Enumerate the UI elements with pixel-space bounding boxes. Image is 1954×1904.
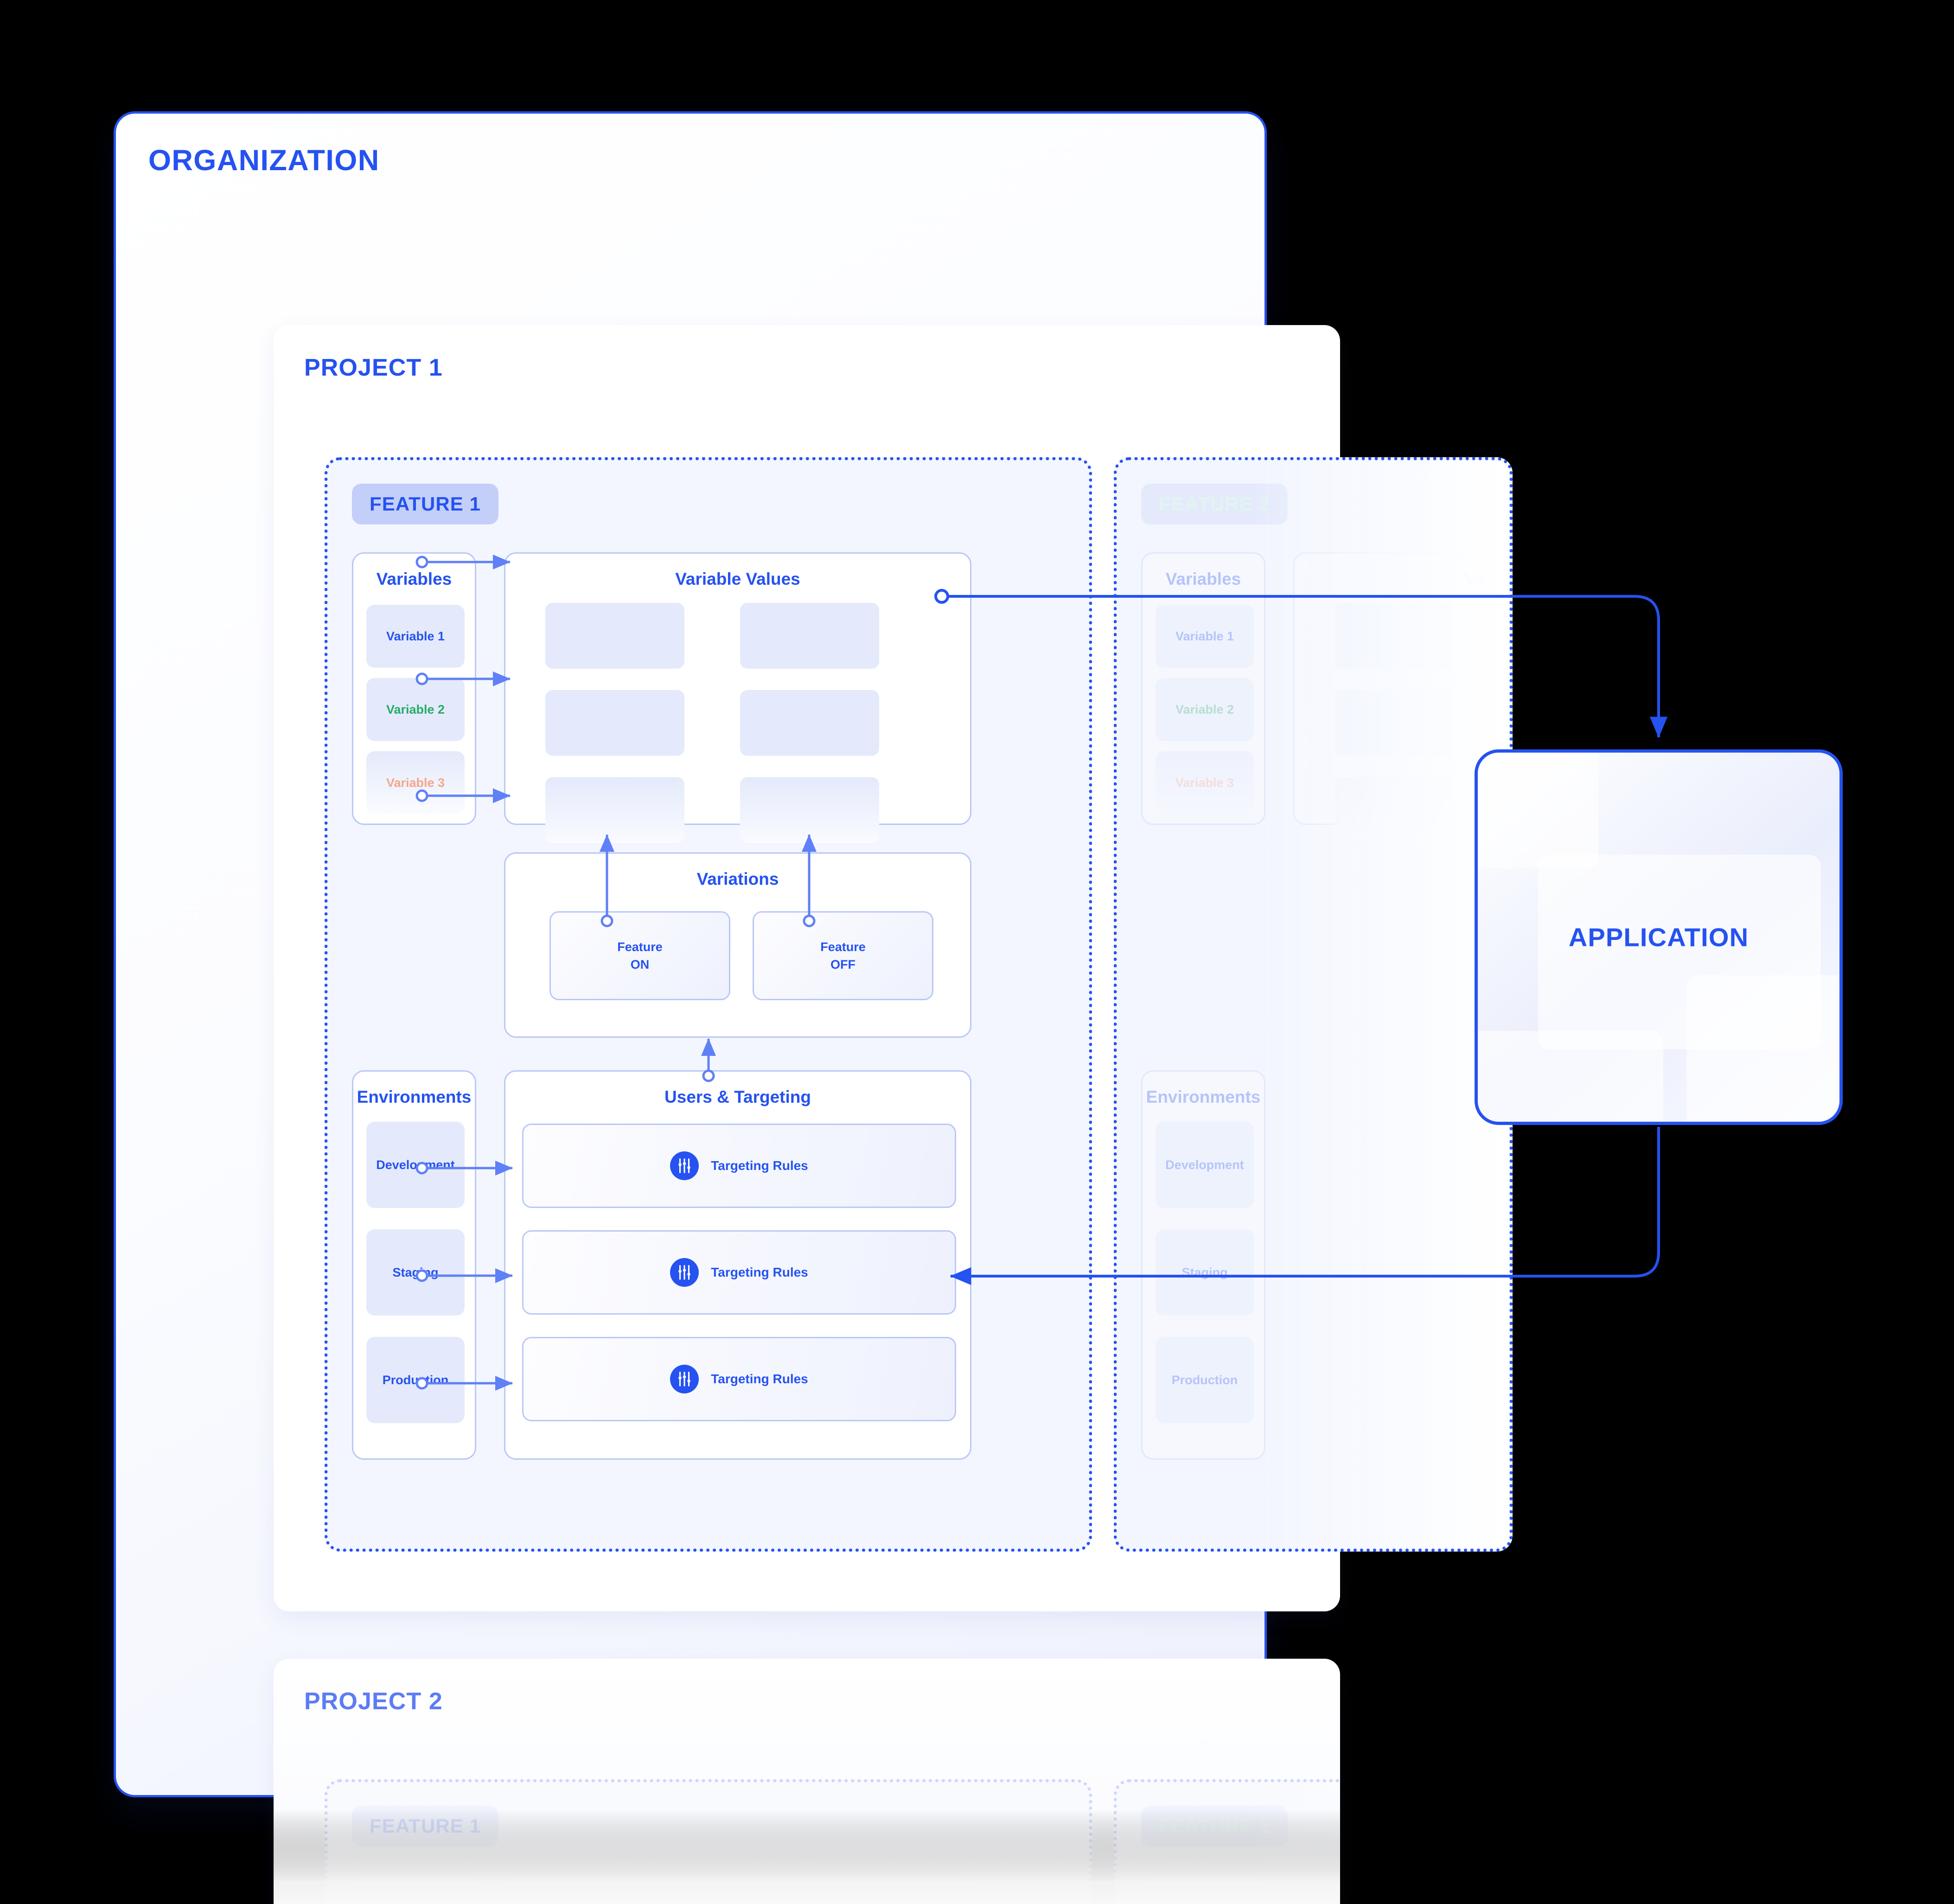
variables-panel-p2f1	[352, 1874, 476, 1904]
targeting-rule-1-label: Targeting Rules	[711, 1158, 808, 1173]
project-2-card: PROJECT 2 FEATURE 1 FEATURE 2	[274, 1659, 1340, 1904]
project-2-feature-1-badge[interactable]: FEATURE 1	[352, 1806, 499, 1846]
variable-chip-3[interactable]: Variable 3	[1156, 751, 1254, 814]
app-decor-rect-3	[1478, 1031, 1663, 1122]
sliders-icon	[670, 1365, 699, 1393]
variable-chip-3-label: Variable 3	[1175, 775, 1234, 790]
variable-value-box-r3c1[interactable]	[1335, 777, 1474, 843]
variable-chip-3-label: Variable 3	[386, 775, 445, 790]
variable-value-box-r2c2[interactable]	[740, 690, 879, 756]
organization-title: ORGANIZATION	[148, 144, 380, 177]
project-2-feature-2-badge[interactable]: FEATURE 2	[1141, 1806, 1288, 1846]
project-2-feature-2-container: FEATURE 2	[1114, 1779, 1340, 1904]
environment-production-label: Production	[1171, 1373, 1238, 1387]
feature-2-container: FEATURE 2 Variables Variable 1 Variable …	[1114, 457, 1513, 1552]
app-decor-rect-4	[1686, 975, 1839, 1122]
environment-chip-production[interactable]: Production	[1156, 1337, 1254, 1423]
project-2-title: PROJECT 2	[304, 1688, 443, 1715]
environment-staging-label: Staging	[1181, 1265, 1228, 1279]
sliders-icon	[670, 1258, 699, 1287]
variables-panel-title: Variables	[376, 569, 452, 588]
environment-development-label: Development	[1165, 1157, 1244, 1172]
targeting-rule-row-2[interactable]: Targeting Rules	[522, 1230, 956, 1315]
variable-values-panel-p2f1	[504, 1874, 971, 1904]
project-1-title: PROJECT 1	[304, 354, 443, 381]
variation-on-line2: ON	[630, 958, 650, 971]
variation-on-line1: Feature	[617, 939, 663, 954]
variation-feature-on[interactable]: Feature ON	[549, 911, 730, 1000]
variable-value-box-r1c1[interactable]	[1335, 603, 1474, 669]
environments-panel: Environments Development Staging Product…	[352, 1070, 476, 1460]
feature-1-container: FEATURE 1 Variables Variable 1 Variable …	[325, 457, 1092, 1552]
targeting-rule-2-label: Targeting Rules	[711, 1265, 808, 1279]
environment-chip-development[interactable]: Development	[1156, 1122, 1254, 1208]
variable-values-panel: Variable Values	[504, 552, 971, 843]
variables-panel: Variables Variable 1 Variable 2 Variable…	[352, 552, 476, 825]
application-title: APPLICATION	[1568, 922, 1749, 952]
variable-value-box-r2c1[interactable]	[1335, 690, 1474, 756]
users-targeting-panel: Users & Targeting Targeting Rules Target…	[504, 1070, 971, 1460]
environments-panel-title: Environments	[357, 1087, 472, 1106]
variable-chip-2-label: Variable 2	[386, 702, 445, 716]
variable-value-box-r3c2[interactable]	[740, 777, 879, 843]
variable-values-panel-title: Variable Values	[1464, 569, 1509, 588]
project-2-feature-1-container: FEATURE 1	[325, 1779, 1092, 1904]
variables-panel-feature-2: Variables Variable 1 Variable 2 Variable…	[1141, 552, 1265, 825]
variable-chip-1-label: Variable 1	[386, 629, 445, 643]
variable-chip-3[interactable]: Variable 3	[366, 751, 465, 814]
feature-1-badge[interactable]: FEATURE 1	[352, 484, 499, 524]
variable-value-box-r1c2[interactable]	[740, 603, 879, 669]
project-1-card: PROJECT 1 FEATURE 1 Variables Variable 1…	[274, 325, 1513, 1611]
application-box[interactable]: APPLICATION	[1475, 749, 1843, 1125]
environment-staging-label: Staging	[392, 1265, 439, 1279]
variable-value-box-r2c1[interactable]	[545, 690, 684, 756]
targeting-rule-row-1[interactable]: Targeting Rules	[522, 1124, 956, 1208]
variable-value-box-r1c1[interactable]	[545, 603, 684, 669]
variation-off-line2: OFF	[830, 958, 856, 971]
variable-chip-2[interactable]: Variable 2	[366, 678, 465, 741]
feature-2-badge[interactable]: FEATURE 2	[1141, 484, 1288, 524]
variable-values-panel-title: Variable Values	[675, 569, 800, 588]
variable-chip-2[interactable]: Variable 2	[1156, 678, 1254, 741]
targeting-rule-3-label: Targeting Rules	[711, 1372, 808, 1386]
variable-chip-1-label: Variable 1	[1175, 629, 1234, 643]
variations-panel: Variations Feature ON Feature OFF	[504, 852, 971, 1038]
sliders-icon	[670, 1151, 699, 1180]
variation-feature-off[interactable]: Feature OFF	[753, 911, 933, 1000]
variables-panel-title: Variables	[1165, 569, 1241, 588]
environments-panel-title: Environments	[1146, 1087, 1261, 1106]
users-targeting-panel-title: Users & Targeting	[664, 1087, 811, 1106]
variable-chip-2-label: Variable 2	[1175, 702, 1234, 716]
variables-panel-p2f2	[1141, 1874, 1265, 1904]
variable-chip-1[interactable]: Variable 1	[1156, 605, 1254, 668]
variations-panel-title: Variations	[696, 869, 779, 888]
environment-chip-staging[interactable]: Staging	[366, 1229, 465, 1316]
environment-production-label: Production	[382, 1373, 449, 1387]
variable-chip-1[interactable]: Variable 1	[366, 605, 465, 668]
app-decor-rect-1	[1478, 753, 1598, 869]
variation-off-line1: Feature	[820, 939, 866, 954]
environment-chip-production[interactable]: Production	[366, 1337, 465, 1423]
targeting-rule-row-3[interactable]: Targeting Rules	[522, 1337, 956, 1421]
environment-chip-staging[interactable]: Staging	[1156, 1229, 1254, 1316]
diagram-canvas: ORGANIZATION PROJECT 1 FEATURE 1 Variabl…	[0, 0, 1954, 1904]
organization-card: ORGANIZATION PROJECT 1 FEATURE 1 Variabl…	[114, 111, 1513, 1904]
variable-value-box-r3c1[interactable]	[545, 777, 684, 843]
environment-development-label: Development	[376, 1157, 455, 1172]
environment-chip-development[interactable]: Development	[366, 1122, 465, 1208]
environments-panel-feature-2: Environments Development Staging Product…	[1141, 1070, 1265, 1460]
